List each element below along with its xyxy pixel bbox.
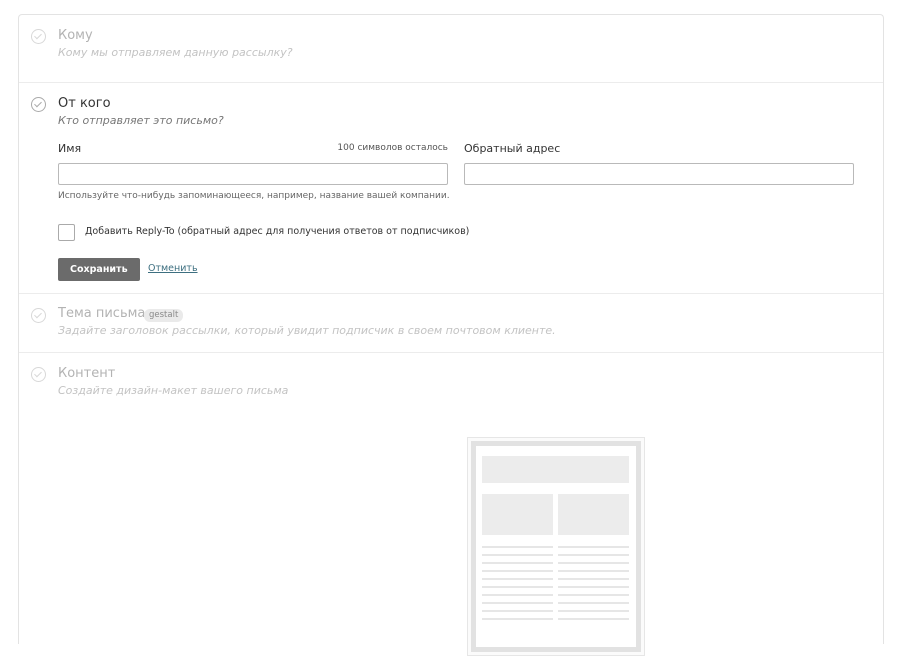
check-circle-icon xyxy=(31,29,46,44)
check-circle-icon xyxy=(31,308,46,323)
template-text-line xyxy=(482,578,553,580)
section-subtitle: Задайте заголовок рассылки, который увид… xyxy=(58,324,556,337)
sender-name-input[interactable] xyxy=(58,163,448,185)
campaign-setup-card: Кому Кому мы отправляем данную рассылку?… xyxy=(18,14,884,656)
template-text-line xyxy=(558,602,629,604)
template-text-line xyxy=(558,594,629,596)
check-circle-icon xyxy=(31,367,46,382)
section-recipients[interactable]: Кому Кому мы отправляем данную рассылку? xyxy=(19,15,883,83)
section-subtitle: Создайте дизайн-макет вашего письма xyxy=(58,384,289,397)
check-circle-icon xyxy=(31,97,46,112)
template-header-block xyxy=(482,456,629,483)
template-text-line xyxy=(482,586,553,588)
section-subtitle: Кому мы отправляем данную рассылку? xyxy=(58,46,293,59)
template-text-line xyxy=(482,570,553,572)
template-text-line xyxy=(558,554,629,556)
reply-to-checkbox-label[interactable]: Добавить Reply-To (обратный адрес для по… xyxy=(85,226,469,237)
template-image-right xyxy=(558,494,629,535)
section-title: Тема письма xyxy=(58,306,146,321)
section-title: Контент xyxy=(58,366,116,381)
template-text-line xyxy=(482,610,553,612)
name-char-counter: 100 символов осталось xyxy=(337,143,448,153)
section-sender: От кого Кто отправляет это письмо? Имя 1… xyxy=(19,83,883,294)
name-label: Имя xyxy=(58,142,82,155)
template-text-line xyxy=(482,602,553,604)
template-text-line xyxy=(482,562,553,564)
template-frame xyxy=(471,441,641,652)
section-content[interactable]: Контент Создайте дизайн-макет вашего пис… xyxy=(19,353,883,656)
email-template-icon[interactable] xyxy=(467,437,645,656)
template-text-line xyxy=(558,618,629,620)
template-text-line xyxy=(558,610,629,612)
section-title: От кого xyxy=(58,96,111,111)
reply-address-label: Обратный адрес xyxy=(464,142,561,155)
template-text-line xyxy=(558,546,629,548)
reply-to-checkbox[interactable] xyxy=(58,224,75,241)
section-subtitle: Кто отправляет это письмо? xyxy=(58,114,224,127)
template-text-line xyxy=(558,578,629,580)
template-text-line xyxy=(482,618,553,620)
reply-address-input[interactable] xyxy=(464,163,854,185)
save-button[interactable]: Сохранить xyxy=(58,258,140,281)
cancel-link[interactable]: Отменить xyxy=(148,263,198,274)
template-text-line xyxy=(558,562,629,564)
section-title: Кому xyxy=(58,28,93,43)
template-image-left xyxy=(482,494,553,535)
subject-tag-badge: gestalt xyxy=(144,309,184,322)
section-subject[interactable]: Тема письма gestalt Задайте заголовок ра… xyxy=(19,294,883,353)
name-hint: Используйте что-нибудь запоминающееся, н… xyxy=(58,191,450,201)
template-text-line xyxy=(558,586,629,588)
template-text-line xyxy=(482,546,553,548)
template-text-line xyxy=(558,570,629,572)
template-text-line xyxy=(482,594,553,596)
template-text-line xyxy=(482,554,553,556)
